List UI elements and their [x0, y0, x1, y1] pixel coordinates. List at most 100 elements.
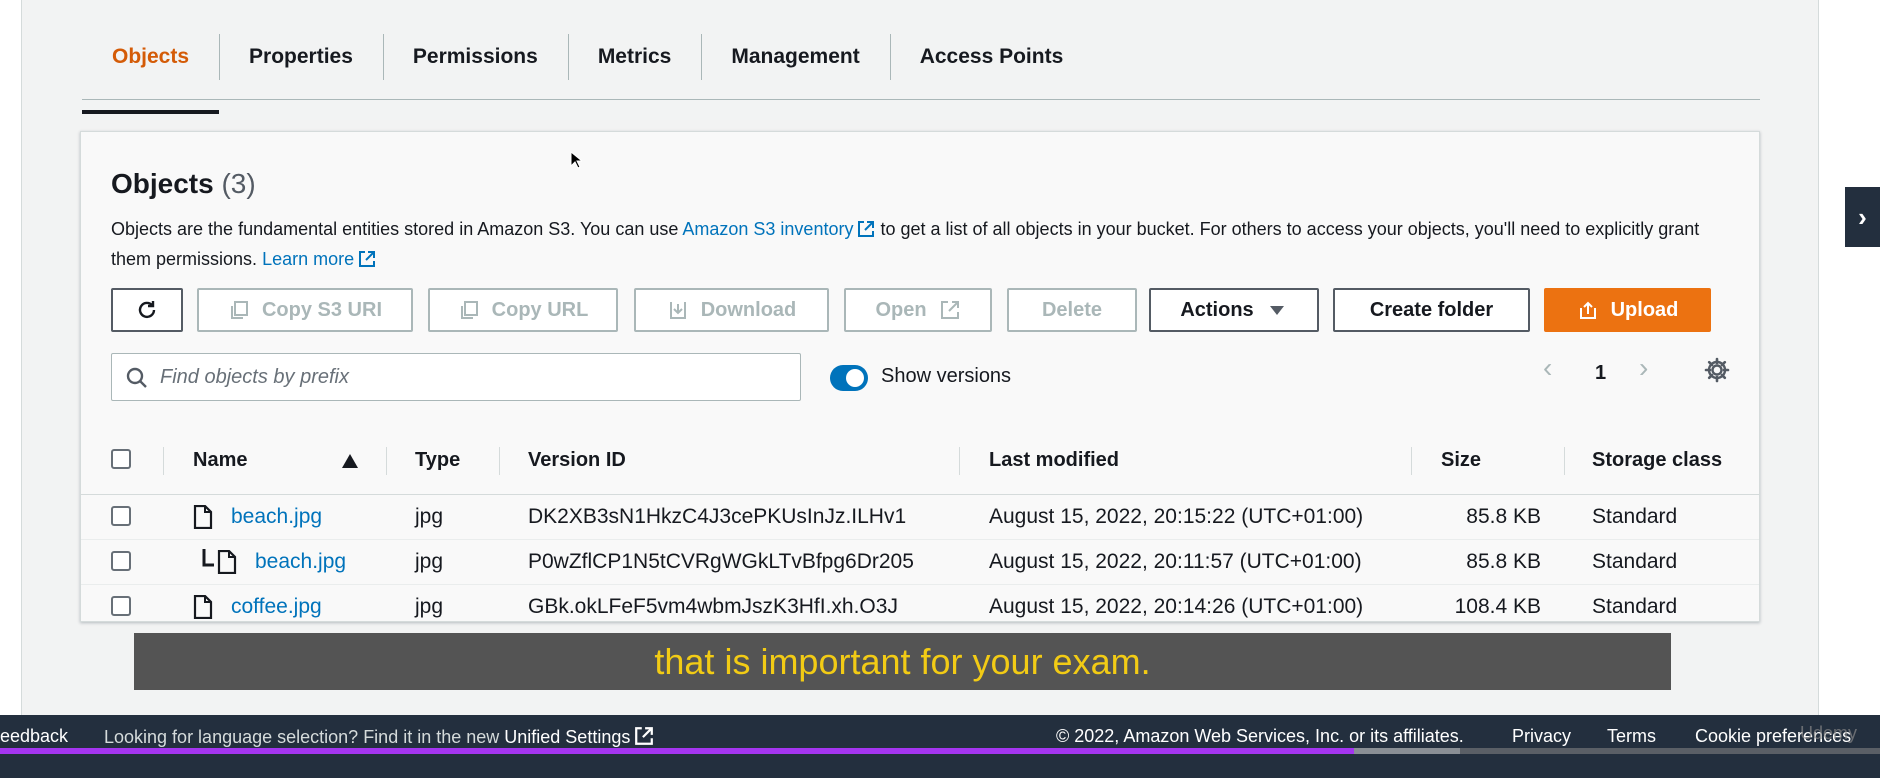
- download-button[interactable]: Download: [634, 288, 829, 332]
- row-checkbox[interactable]: [111, 596, 131, 616]
- object-name-link[interactable]: coffee.jpg: [231, 595, 322, 619]
- objects-heading: Objects (3): [111, 168, 256, 199]
- copy-url-button[interactable]: Copy URL: [428, 288, 618, 332]
- column-storage-class[interactable]: Storage class: [1592, 449, 1722, 472]
- objects-count: (3): [221, 168, 256, 199]
- copyright-text: © 2022, Amazon Web Services, Inc. or its…: [1056, 726, 1464, 746]
- refresh-icon: [138, 301, 156, 319]
- terms-link[interactable]: Terms: [1607, 726, 1656, 747]
- privacy-link[interactable]: Privacy: [1512, 726, 1571, 747]
- column-name[interactable]: Name: [193, 449, 247, 472]
- page-number[interactable]: 1: [1595, 362, 1606, 385]
- drawer-toggle-chevron-right-icon[interactable]: ›: [1845, 187, 1880, 247]
- table-row: beach.jpg jpg P0wZflCP1N5tCVRgWGkLTvBfpg…: [81, 540, 1759, 585]
- mouse-cursor-icon: [570, 151, 582, 169]
- objects-table: Name Type Version ID Last modified Size …: [81, 425, 1759, 630]
- storage-class: Standard: [1592, 505, 1678, 528]
- file-icon: [217, 550, 237, 574]
- object-size: 85.8 KB: [1466, 505, 1541, 528]
- upload-icon: [1579, 301, 1596, 319]
- right-panel-strip: [1818, 0, 1880, 715]
- delete-button[interactable]: Delete: [1007, 288, 1137, 332]
- version-id: GBk.okLFeF5vm4wbmJszK3HfI.xh.O3J: [528, 595, 898, 618]
- column-separator: [499, 447, 500, 475]
- copy-icon: [230, 301, 248, 319]
- copy-icon: [460, 301, 478, 319]
- column-separator: [1411, 447, 1412, 475]
- storage-class: Standard: [1592, 550, 1678, 573]
- table-row: beach.jpg jpg DK2XB3sN1HkzC4J3cePKUsInJz…: [81, 495, 1759, 540]
- external-link-icon: [858, 221, 875, 237]
- object-type: jpg: [415, 505, 444, 528]
- search-objects-field: [111, 353, 801, 401]
- select-all-checkbox[interactable]: [111, 449, 131, 469]
- tab-permissions[interactable]: Permissions: [382, 14, 568, 100]
- table-row: coffee.jpg jpg GBk.okLFeF5vm4wbmJszK3HfI…: [81, 585, 1759, 630]
- file-icon: [193, 505, 213, 529]
- toggle-knob: [846, 369, 864, 387]
- column-last-modified[interactable]: Last modified: [989, 449, 1119, 472]
- version-id: P0wZflCP1N5tCVRgWGkLTvBfpg6Dr205: [528, 550, 914, 573]
- object-name-link[interactable]: beach.jpg: [255, 550, 346, 574]
- object-size: 108.4 KB: [1454, 595, 1541, 618]
- actions-dropdown[interactable]: Actions: [1149, 288, 1319, 332]
- object-type: jpg: [415, 550, 444, 573]
- tab-properties[interactable]: Properties: [219, 14, 383, 100]
- last-modified: August 15, 2022, 20:11:57 (UTC+01:00): [989, 550, 1362, 573]
- objects-description: Objects are the fundamental entities sto…: [111, 219, 1700, 269]
- column-separator: [959, 447, 960, 475]
- table-header: Name Type Version ID Last modified Size …: [81, 425, 1759, 495]
- search-input[interactable]: [160, 365, 780, 389]
- row-checkbox[interactable]: [111, 551, 131, 571]
- feedback-link[interactable]: eedback: [0, 726, 68, 747]
- storage-class: Standard: [1592, 595, 1678, 618]
- version-branch-icon: [202, 549, 214, 567]
- s3-inventory-link[interactable]: Amazon S3 inventory: [682, 219, 853, 239]
- tab-metrics[interactable]: Metrics: [567, 14, 702, 100]
- external-link-icon: [359, 251, 376, 267]
- copy-s3-uri-button[interactable]: Copy S3 URI: [197, 288, 413, 332]
- video-progress-bar[interactable]: [0, 748, 1880, 754]
- show-versions-label: Show versions: [881, 365, 1012, 387]
- objects-panel: Objects (3) Objects are the fundamental …: [80, 131, 1760, 622]
- console-footer: eedback Looking for language selection? …: [0, 715, 1880, 778]
- show-versions-toggle[interactable]: [830, 365, 868, 391]
- external-link-icon: [635, 727, 654, 745]
- last-modified: August 15, 2022, 20:14:26 (UTC+01:00): [989, 595, 1364, 618]
- column-separator: [163, 447, 164, 475]
- column-separator: [1564, 447, 1565, 475]
- gear-icon[interactable]: [1703, 356, 1731, 384]
- column-type[interactable]: Type: [415, 449, 460, 472]
- next-page-chevron-right-icon[interactable]: ›: [1639, 352, 1648, 384]
- tab-access-points[interactable]: Access Points: [889, 14, 1094, 100]
- tab-management[interactable]: Management: [701, 14, 889, 100]
- object-name-link[interactable]: beach.jpg: [231, 505, 322, 529]
- column-size[interactable]: Size: [1441, 449, 1481, 472]
- progress-fill: [0, 748, 1354, 754]
- download-icon: [669, 302, 686, 319]
- last-modified: August 15, 2022, 20:15:22 (UTC+01:00): [989, 505, 1364, 528]
- version-id: DK2XB3sN1HkzC4J3cePKUsInJz.ILHv1: [528, 505, 907, 528]
- row-checkbox[interactable]: [111, 506, 131, 526]
- video-caption: that is important for your exam.: [134, 633, 1671, 690]
- progress-buffer: [1352, 748, 1460, 754]
- upload-button[interactable]: Upload: [1544, 288, 1711, 332]
- search-icon: [126, 367, 147, 388]
- tab-objects[interactable]: Objects: [82, 14, 220, 114]
- sort-ascending-icon[interactable]: [341, 453, 359, 469]
- unified-settings-link[interactable]: Unified Settings: [504, 727, 630, 747]
- refresh-button[interactable]: [111, 288, 183, 332]
- object-size: 85.8 KB: [1466, 550, 1541, 573]
- open-button[interactable]: Open: [844, 288, 992, 332]
- create-folder-button[interactable]: Create folder: [1333, 288, 1530, 332]
- column-version-id[interactable]: Version ID: [528, 449, 626, 472]
- udemy-watermark: Udemy: [1800, 723, 1858, 743]
- learn-more-link[interactable]: Learn more: [262, 249, 354, 269]
- previous-page-chevron-left-icon[interactable]: ‹: [1543, 352, 1552, 384]
- object-type: jpg: [415, 595, 444, 618]
- bucket-tabs: Objects Properties Permissions Metrics M…: [82, 28, 1760, 114]
- external-link-icon: [940, 301, 959, 319]
- caret-down-icon: [1269, 306, 1284, 315]
- column-separator: [386, 447, 387, 475]
- language-notice: Looking for language selection? Find it …: [104, 726, 654, 748]
